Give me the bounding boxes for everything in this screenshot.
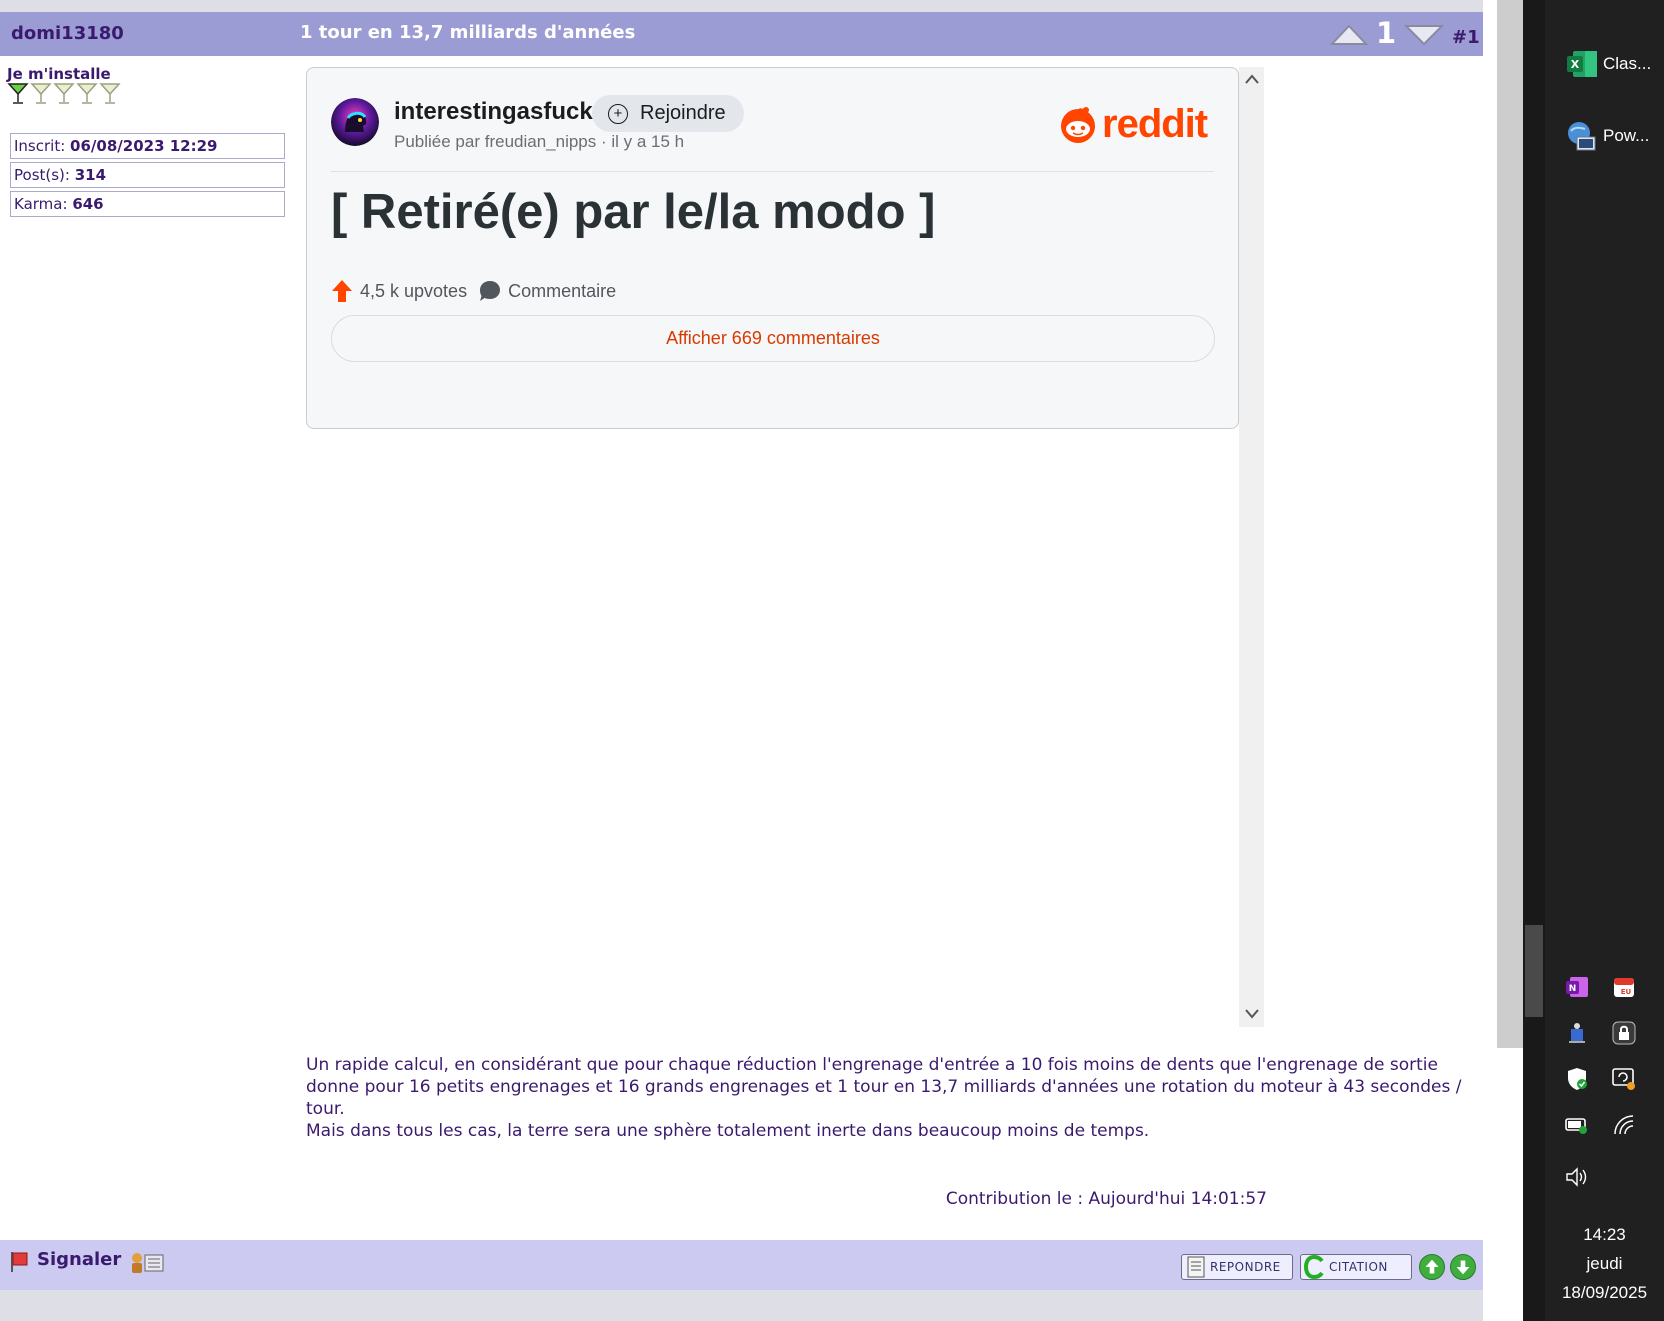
arrow-down-icon[interactable] [1450, 1254, 1476, 1280]
vote-count: 1 [1376, 16, 1397, 50]
stat-label: Post(s): [14, 166, 70, 184]
reddit-stats-row: 4,5 k upvotes Commentaire [331, 277, 616, 305]
wifi-icon[interactable] [1611, 1112, 1637, 1138]
vote-down-icon[interactable] [1404, 24, 1444, 46]
post-body: Un rapide calcul, en considérant que pou… [306, 1054, 1470, 1142]
stat-label: Inscrit: [14, 137, 66, 155]
reddit-wordmark: reddit [1102, 102, 1208, 146]
stat-value: 646 [72, 195, 104, 213]
reply-button[interactable]: REPONDRE [1181, 1254, 1293, 1280]
forum-page: domi13180 1 tour en 13,7 milliards d'ann… [0, 0, 1483, 1321]
svg-text:X: X [1571, 58, 1580, 71]
author-name[interactable]: domi13180 [11, 23, 124, 44]
card-divider [331, 171, 1214, 172]
rank-glass-icon [30, 83, 52, 104]
rank-glass-icon [7, 83, 29, 104]
stat-karma: Karma: 646 [10, 191, 285, 217]
embed-scrollbar[interactable] [1239, 67, 1264, 1027]
network-device-icon[interactable] [1564, 1020, 1590, 1046]
stat-registered: Inscrit: 06/08/2023 12:29 [10, 133, 285, 159]
clock-date[interactable]: 18/09/2025 [1545, 1283, 1664, 1303]
chevron-up-icon[interactable] [1244, 72, 1260, 86]
arrow-up-icon[interactable] [1419, 1254, 1445, 1280]
upvote-count: 4,5 k upvotes [360, 280, 468, 301]
taskbar-app-excel[interactable]: X Clas... [1565, 44, 1651, 84]
taskbar-app-powershell[interactable]: Pow... [1565, 116, 1649, 156]
reddit-embed: interestingasfuck + Rejoindre Publiée pa… [306, 67, 1264, 1027]
bottom-strip [0, 1290, 1483, 1321]
battery-icon[interactable] [1564, 1112, 1590, 1138]
document-icon [1187, 1256, 1205, 1278]
plus-icon: + [608, 103, 628, 124]
clock-time[interactable]: 14:23 [1545, 1225, 1664, 1245]
comment-bubble-icon[interactable] [479, 280, 501, 302]
stat-value: 314 [74, 166, 107, 184]
join-button[interactable]: + Rejoindre [592, 95, 744, 132]
post-paragraph: Mais dans tous les cas, la terre sera un… [306, 1121, 1150, 1141]
stat-label: Karma: [14, 195, 68, 213]
quote-label: CITATION [1329, 1260, 1388, 1274]
taskbar-app-label: Pow... [1603, 126, 1650, 145]
reply-label: REPONDRE [1210, 1260, 1281, 1274]
subreddit-avatar[interactable] [331, 98, 379, 146]
svg-text:N: N [1569, 984, 1577, 994]
vote-up-icon[interactable] [1330, 24, 1368, 46]
report-link[interactable]: Signaler [37, 1249, 121, 1270]
lock-icon[interactable] [1611, 1020, 1637, 1046]
volume-icon[interactable] [1564, 1164, 1590, 1190]
rank-glass-icon [99, 83, 121, 104]
reddit-card[interactable]: interestingasfuck + Rejoindre Publiée pa… [306, 67, 1239, 429]
taskbar-scroll-strip [1523, 0, 1545, 1321]
page-scrollbar-thumb[interactable] [1497, 0, 1523, 1048]
clock-day[interactable]: jeudi [1545, 1254, 1664, 1274]
post-paragraph: Un rapide calcul, en considérant que pou… [306, 1055, 1462, 1119]
windows-taskbar: X Clas... Pow... N EU 14:23 jeudi 18/09/… [1545, 0, 1664, 1321]
contribution-date: Contribution le : Aujourd'hui 14:01:57 [945, 1189, 1267, 1209]
quote-button[interactable]: CITATION [1300, 1254, 1412, 1280]
topic-title: 1 tour en 13,7 milliards d'années [300, 22, 636, 43]
flag-icon[interactable] [9, 1251, 29, 1273]
taskbar-scroll-thumb[interactable] [1525, 925, 1543, 1017]
comment-label[interactable]: Commentaire [508, 281, 616, 302]
reddit-snoo-icon [1061, 107, 1095, 143]
join-label: Rejoindre [640, 102, 726, 124]
reddit-logo[interactable]: reddit [1058, 102, 1208, 146]
rank-glass-icon [76, 83, 98, 104]
onenote-icon[interactable]: N [1564, 974, 1590, 1000]
post-number-link[interactable]: #1 [1452, 27, 1480, 48]
rank-glass-icon [53, 83, 75, 104]
stat-posts: Post(s): 314 [10, 162, 285, 188]
excel-icon: X [1567, 51, 1597, 77]
view-comments-button[interactable]: Afficher 669 commentaires [331, 315, 1215, 362]
svg-text:EU: EU [1621, 988, 1632, 996]
upvote-arrow-icon[interactable] [331, 279, 353, 303]
quote-c-icon [1303, 1255, 1324, 1279]
chevron-down-icon[interactable] [1244, 1007, 1260, 1021]
post-header-bar [0, 12, 1483, 56]
subreddit-name[interactable]: interestingasfuck [394, 98, 593, 126]
stat-value: 06/08/2023 12:29 [70, 137, 218, 155]
rank-glasses-icon [7, 83, 121, 104]
powershell-icon [1568, 122, 1596, 151]
taskbar-app-label: Clas... [1603, 54, 1652, 73]
top-strip [0, 0, 1483, 12]
shield-icon[interactable] [1564, 1066, 1590, 1092]
sync-icon[interactable] [1611, 1066, 1637, 1092]
page-scrollbar[interactable] [1497, 0, 1523, 1321]
calendar-eu-icon[interactable]: EU [1611, 974, 1637, 1000]
posted-by: Publiée par freudian_nipps · il y a 15 h [394, 132, 685, 151]
rank-label: Je m'installe [7, 65, 111, 83]
reddit-post-title[interactable]: [ Retiré(e) par le/la modo ] [331, 184, 935, 240]
private-message-icon[interactable] [128, 1249, 166, 1275]
